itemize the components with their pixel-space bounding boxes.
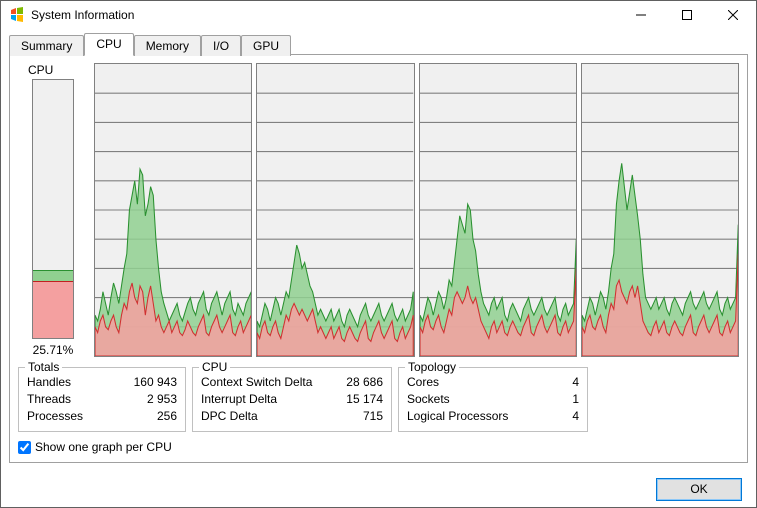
- int-label: Interrupt Delta: [201, 391, 277, 408]
- show-per-cpu-label: Show one graph per CPU: [35, 440, 172, 454]
- cpu-usage-bar: [32, 79, 74, 339]
- tab-cpu[interactable]: CPU: [84, 33, 133, 56]
- cpu-graphs: [94, 63, 739, 357]
- tab-io[interactable]: I/O: [201, 35, 241, 56]
- tab-gpu[interactable]: GPU: [241, 35, 291, 56]
- maximize-button[interactable]: [664, 1, 710, 28]
- cpu-bar-user-fill: [33, 270, 73, 280]
- footer: OK: [1, 471, 756, 507]
- legend-totals: Totals: [25, 360, 62, 374]
- show-per-cpu-checkbox[interactable]: [18, 441, 31, 454]
- legend-cpu: CPU: [199, 360, 230, 374]
- window-title: System Information: [31, 8, 618, 22]
- dpc-value: 715: [363, 408, 383, 425]
- minimize-icon: [636, 10, 646, 20]
- stats-row: Totals Handles 160 943 Threads 2 953 Proce…: [18, 361, 739, 432]
- int-value: 15 174: [346, 391, 383, 408]
- processes-label: Processes: [27, 408, 83, 425]
- close-icon: [728, 10, 738, 20]
- cores-label: Cores: [407, 374, 439, 391]
- cpu-bar-column: CPU 25.71%: [18, 63, 88, 357]
- content: Summary CPU Memory I/O GPU CPU 25.71%: [1, 28, 756, 471]
- cpu-row: CPU 25.71%: [18, 63, 739, 357]
- csd-label: Context Switch Delta: [201, 374, 312, 391]
- sockets-label: Sockets: [407, 391, 450, 408]
- lp-value: 4: [572, 408, 579, 425]
- show-per-cpu-checkbox-row[interactable]: Show one graph per CPU: [18, 440, 739, 454]
- ok-button[interactable]: OK: [656, 478, 742, 501]
- threads-label: Threads: [27, 391, 71, 408]
- dpc-label: DPC Delta: [201, 408, 258, 425]
- cpu-bar-label: CPU: [28, 63, 53, 77]
- cpu-graph-0: [94, 63, 252, 357]
- minimize-button[interactable]: [618, 1, 664, 28]
- legend-topology: Topology: [405, 360, 459, 374]
- processes-value: 256: [157, 408, 177, 425]
- tab-memory[interactable]: Memory: [134, 35, 201, 56]
- maximize-icon: [682, 10, 692, 20]
- fieldset-topology: Topology Cores4 Sockets1 Logical Process…: [398, 367, 588, 432]
- cpu-graph-1: [256, 63, 414, 357]
- csd-value: 28 686: [346, 374, 383, 391]
- fieldset-totals: Totals Handles160 943 Threads2 953 Proce…: [18, 367, 186, 432]
- window-controls: [618, 1, 756, 28]
- titlebar[interactable]: System Information: [1, 1, 756, 28]
- sockets-value: 1: [572, 391, 579, 408]
- cores-value: 4: [572, 374, 579, 391]
- handles-label: Handles: [27, 374, 71, 391]
- close-button[interactable]: [710, 1, 756, 28]
- tab-summary[interactable]: Summary: [9, 35, 84, 56]
- tab-panel-cpu: CPU 25.71% Totals Handles16: [9, 54, 748, 463]
- tab-bar: Summary CPU Memory I/O GPU: [9, 32, 748, 55]
- handles-value: 160 943: [134, 374, 177, 391]
- cpu-bar-kernel-fill: [33, 281, 73, 338]
- cpu-graph-2: [419, 63, 577, 357]
- cpu-percent-label: 25.71%: [33, 343, 74, 357]
- lp-label: Logical Processors: [407, 408, 508, 425]
- cpu-graph-3: [581, 63, 739, 357]
- app-icon: [9, 7, 25, 23]
- fieldset-cpu: CPU Context Switch Delta28 686 Interrupt…: [192, 367, 392, 432]
- threads-value: 2 953: [147, 391, 177, 408]
- window: System Information Summary CPU Memory I/…: [0, 0, 757, 508]
